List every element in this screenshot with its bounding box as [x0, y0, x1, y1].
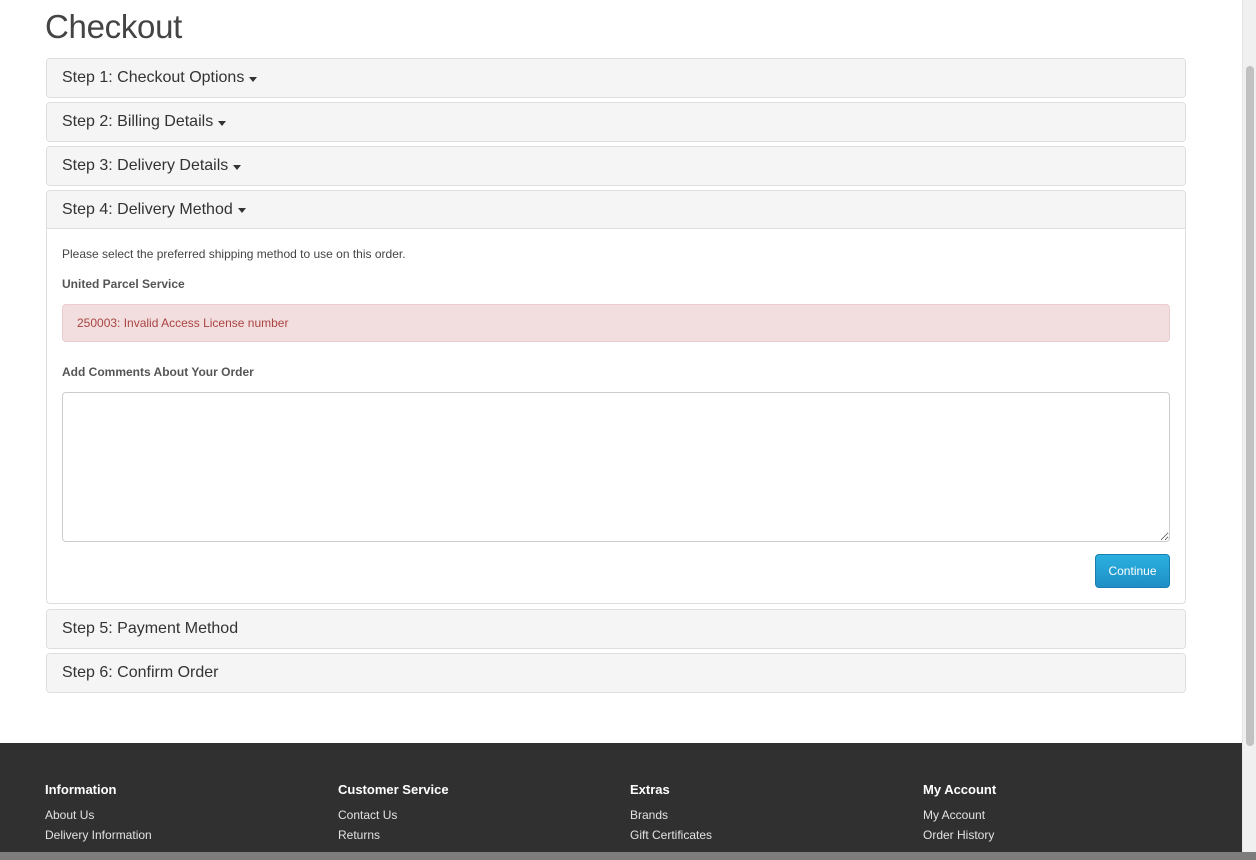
step-delivery-method-panel: Step 4: Delivery Method Please select th…	[46, 190, 1186, 604]
footer-column-my-account: My Account My Account Order History	[923, 782, 996, 848]
footer-link-delivery-information[interactable]: Delivery Information	[45, 828, 152, 842]
step-delivery-method-heading[interactable]: Step 4: Delivery Method	[47, 191, 1185, 229]
step-confirm-order-heading[interactable]: Step 6: Confirm Order	[47, 654, 1185, 692]
carrier-name: United Parcel Service	[62, 277, 185, 291]
shipping-instructions: Please select the preferred shipping met…	[62, 247, 406, 261]
footer-link-contact-us[interactable]: Contact Us	[338, 808, 449, 822]
step-confirm-order-panel: Step 6: Confirm Order	[46, 653, 1186, 693]
page-title: Checkout	[45, 8, 183, 45]
step-delivery-details-heading[interactable]: Step 3: Delivery Details	[47, 147, 1185, 185]
vertical-scrollbar[interactable]	[1242, 0, 1256, 860]
checkout-page: Checkout Step 1: Checkout Options Step 2…	[0, 0, 1242, 860]
step-payment-method-panel: Step 5: Payment Method	[46, 609, 1186, 649]
step-checkout-options-heading[interactable]: Step 1: Checkout Options	[47, 59, 1185, 97]
delivery-method-body: Please select the preferred shipping met…	[47, 229, 1185, 603]
footer-link-about-us[interactable]: About Us	[45, 808, 152, 822]
comments-label: Add Comments About Your Order	[62, 365, 254, 379]
step-label: Step 6: Confirm Order	[62, 664, 219, 681]
footer-column-extras: Extras Brands Gift Certificates	[630, 782, 712, 848]
caret-down-icon	[249, 76, 258, 82]
footer-link-gift-certificates[interactable]: Gift Certificates	[630, 828, 712, 842]
footer-column-information: Information About Us Delivery Informatio…	[45, 782, 152, 848]
step-label: Step 4: Delivery Method	[62, 200, 233, 218]
footer-link-my-account[interactable]: My Account	[923, 808, 996, 822]
footer-link-order-history[interactable]: Order History	[923, 828, 996, 842]
footer-column-customer-service: Customer Service Contact Us Returns	[338, 782, 449, 848]
footer-link-returns[interactable]: Returns	[338, 828, 449, 842]
step-payment-method-heading[interactable]: Step 5: Payment Method	[47, 610, 1185, 648]
step-billing-details-panel: Step 2: Billing Details	[46, 102, 1186, 142]
step-label: Step 1: Checkout Options	[62, 69, 245, 86]
caret-down-icon	[218, 120, 227, 126]
step-checkout-options-panel: Step 1: Checkout Options	[46, 58, 1186, 98]
scrollbar-thumb[interactable]	[1246, 66, 1254, 746]
footer-link-brands[interactable]: Brands	[630, 808, 712, 822]
step-label: Step 2: Billing Details	[62, 113, 214, 130]
caret-down-icon	[237, 208, 246, 213]
continue-button[interactable]: Continue	[1095, 554, 1170, 588]
step-label: Step 3: Delivery Details	[62, 157, 229, 174]
footer-heading: My Account	[923, 782, 997, 797]
footer-heading: Extras	[630, 782, 670, 797]
caret-down-icon	[233, 164, 242, 170]
footer-heading: Customer Service	[338, 782, 449, 797]
step-delivery-details-panel: Step 3: Delivery Details	[46, 146, 1186, 186]
error-alert: 250003: Invalid Access License number	[62, 304, 1170, 342]
footer-heading: Information	[45, 782, 117, 797]
bottom-window-strip	[0, 852, 1256, 860]
step-billing-details-heading[interactable]: Step 2: Billing Details	[47, 103, 1185, 141]
step-label: Step 5: Payment Method	[62, 620, 239, 637]
site-footer: Information About Us Delivery Informatio…	[0, 743, 1242, 860]
error-message: 250003: Invalid Access License number	[77, 316, 289, 330]
order-comments-textarea[interactable]	[62, 392, 1170, 542]
